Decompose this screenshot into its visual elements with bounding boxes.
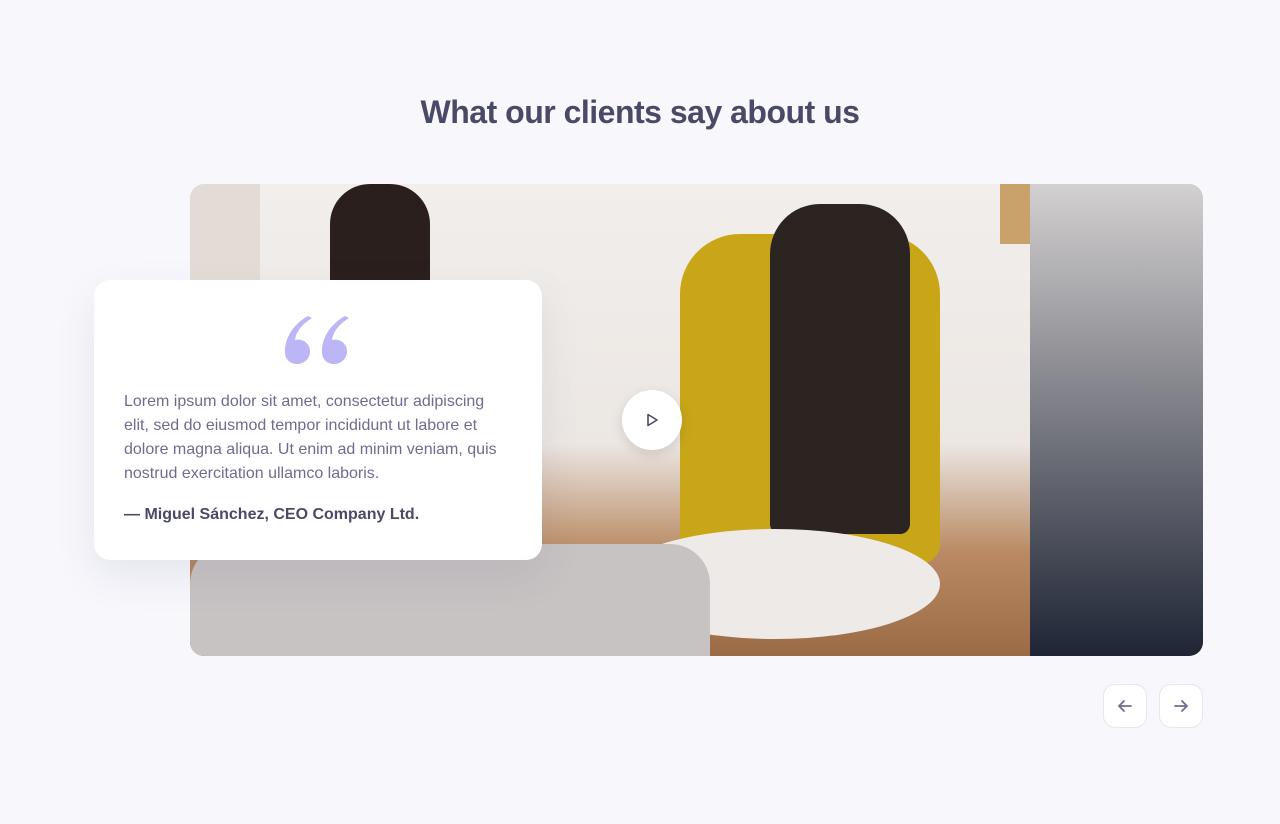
arrow-right-icon: [1174, 700, 1188, 712]
photo-person-right: [1030, 184, 1203, 656]
photo-person-center: [770, 204, 910, 534]
quote-mark-icon: [284, 316, 349, 364]
testimonial-quote: Lorem ipsum dolor sit amet, consectetur …: [124, 393, 497, 482]
next-button[interactable]: [1159, 684, 1203, 728]
play-video-button[interactable]: [622, 390, 682, 450]
testimonial-author: — Miguel Sánchez, CEO Company Ltd.: [124, 506, 420, 523]
previous-button[interactable]: [1103, 684, 1147, 728]
testimonial-card: Lorem ipsum dolor sit amet, consectetur …: [94, 280, 542, 560]
play-icon: [647, 413, 658, 427]
photo-sofa: [190, 544, 710, 656]
arrow-left-icon: [1118, 700, 1132, 712]
section-title: What our clients say about us: [420, 94, 860, 130]
